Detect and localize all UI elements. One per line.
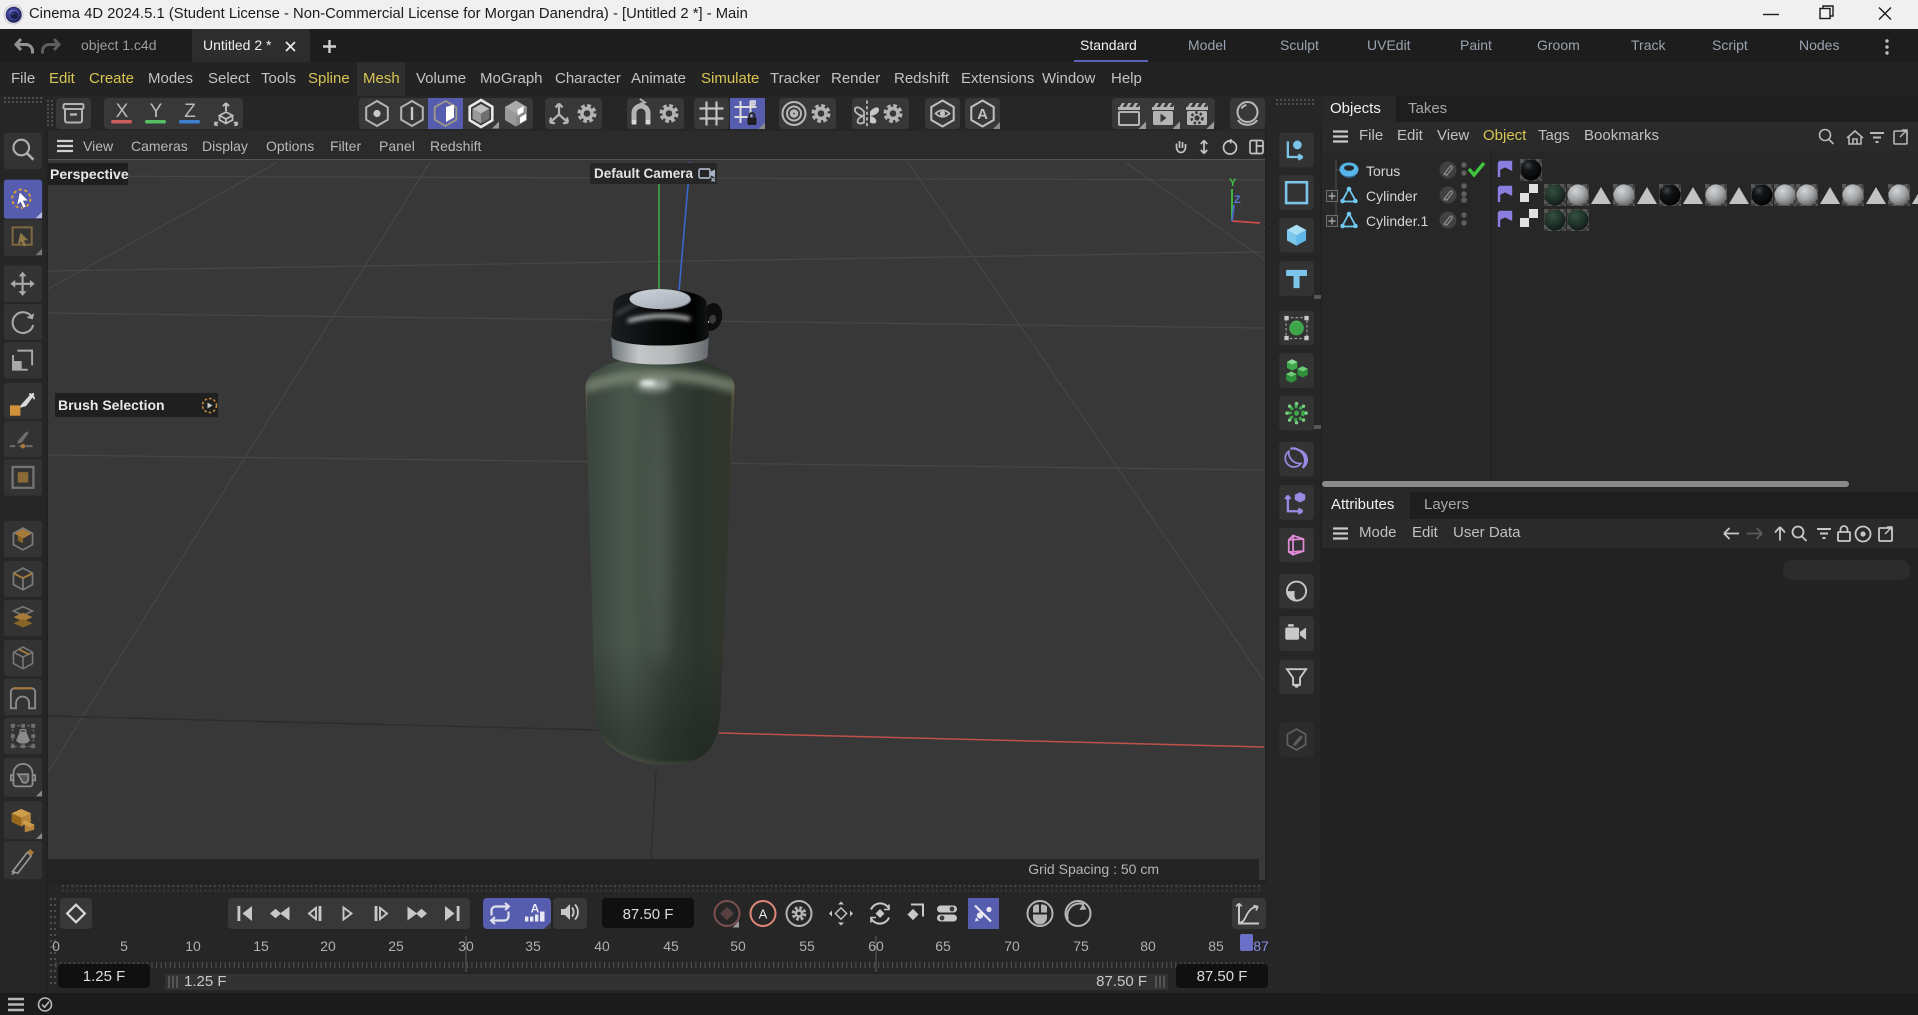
svg-text:A: A <box>977 106 988 123</box>
svg-text:A: A <box>531 902 540 916</box>
svg-text:Cylinder.1: Cylinder.1 <box>1366 213 1428 229</box>
svg-text:10: 10 <box>185 938 201 954</box>
svg-text:40: 40 <box>594 938 610 954</box>
svg-text:X: X <box>1264 220 1265 232</box>
svg-text:87: 87 <box>1253 938 1269 954</box>
svg-text:87.50 F: 87.50 F <box>1197 968 1248 985</box>
svg-text:45: 45 <box>663 938 679 954</box>
svg-text:5: 5 <box>120 938 128 954</box>
svg-text:50: 50 <box>730 938 746 954</box>
svg-text:35: 35 <box>525 938 541 954</box>
svg-text:87.50 F: 87.50 F <box>1096 973 1147 990</box>
svg-text:1.25 F: 1.25 F <box>83 968 126 985</box>
svg-text:15: 15 <box>253 938 269 954</box>
svg-text:65: 65 <box>935 938 951 954</box>
svg-text:75: 75 <box>1073 938 1089 954</box>
svg-text:Y: Y <box>1229 177 1237 189</box>
svg-text:Z: Z <box>1234 194 1241 206</box>
svg-text:20: 20 <box>320 938 336 954</box>
svg-text:Y: Y <box>150 101 163 122</box>
svg-text:85: 85 <box>1208 938 1224 954</box>
svg-text:70: 70 <box>1004 938 1020 954</box>
svg-text:Cylinder: Cylinder <box>1366 188 1418 204</box>
svg-text:87.50 F: 87.50 F <box>623 906 674 923</box>
svg-text:Z: Z <box>184 101 196 122</box>
svg-text:A: A <box>759 907 768 922</box>
svg-text:1.25 F: 1.25 F <box>184 973 227 990</box>
svg-text:0: 0 <box>52 938 60 954</box>
svg-text:X: X <box>116 101 129 122</box>
svg-text:25: 25 <box>388 938 404 954</box>
svg-text:Torus: Torus <box>1366 163 1400 179</box>
svg-text:55: 55 <box>799 938 815 954</box>
svg-text:80: 80 <box>1140 938 1156 954</box>
